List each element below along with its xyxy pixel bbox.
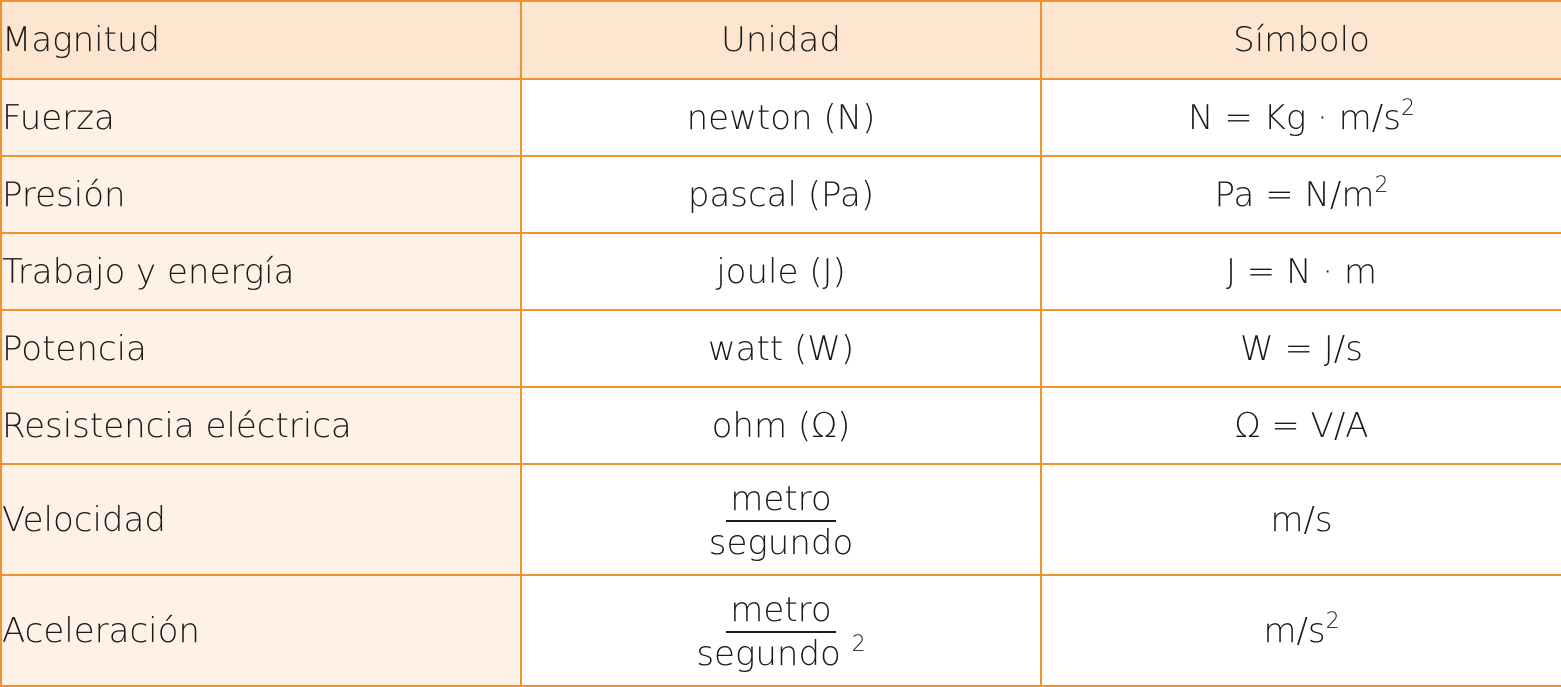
simbolo-cell: m/s bbox=[1040, 463, 1561, 576]
unidad-cell: metro segundo bbox=[520, 463, 1042, 576]
simbolo-exponent: 2 bbox=[1325, 608, 1340, 634]
simbolo-cell: Pa = N/m2 bbox=[1040, 155, 1561, 234]
magnitud-cell: Trabajo y energía bbox=[0, 232, 522, 311]
table-row: Resistencia eléctrica ohm (Ω) Ω = V/A bbox=[0, 386, 1561, 465]
simbolo-cell: W = J/s bbox=[1040, 309, 1561, 388]
table-row: Aceleración metro segundo 2 m/s2 bbox=[0, 574, 1561, 687]
simbolo-text: Ω = V/A bbox=[1234, 405, 1369, 446]
simbolo-exponent: 2 bbox=[1400, 95, 1415, 121]
header-unidad: Unidad bbox=[520, 0, 1042, 80]
simbolo-text: Pa = N/m bbox=[1214, 174, 1375, 215]
denominator-exponent: 2 bbox=[851, 632, 866, 657]
unidad-cell: pascal (Pa) bbox=[520, 155, 1042, 234]
simbolo-text: m/s bbox=[1270, 499, 1333, 540]
unidad-cell: joule (J) bbox=[520, 232, 1042, 311]
unidad-cell: metro segundo 2 bbox=[520, 574, 1042, 687]
magnitud-cell: Velocidad bbox=[0, 463, 522, 576]
simbolo-text: m/s bbox=[1263, 610, 1326, 651]
unidad-cell: watt (W) bbox=[520, 309, 1042, 388]
simbolo-text: J = N · m bbox=[1225, 251, 1378, 292]
simbolo-text: W = J/s bbox=[1240, 328, 1363, 369]
table-row: Velocidad metro segundo m/s bbox=[0, 463, 1561, 576]
unidad-cell: ohm (Ω) bbox=[520, 386, 1042, 465]
table-row: Potencia watt (W) W = J/s bbox=[0, 309, 1561, 388]
fraction-numerator: metro bbox=[726, 482, 836, 522]
denominator-text: segundo bbox=[696, 634, 841, 674]
fraction-denominator: segundo bbox=[708, 523, 854, 563]
unit-fraction: metro segundo 2 bbox=[692, 593, 869, 671]
unit-fraction: metro segundo bbox=[705, 482, 858, 560]
simbolo-exponent: 2 bbox=[1374, 172, 1389, 198]
header-simbolo: Símbolo bbox=[1040, 0, 1561, 80]
fraction-denominator: segundo 2 bbox=[692, 632, 869, 674]
simbolo-text: N = Kg · m/s bbox=[1188, 97, 1401, 138]
unidad-cell: newton (N) bbox=[520, 78, 1042, 157]
simbolo-cell: m/s2 bbox=[1040, 574, 1561, 687]
table-row: Trabajo y energía joule (J) J = N · m bbox=[0, 232, 1561, 311]
simbolo-cell: J = N · m bbox=[1040, 232, 1561, 311]
magnitud-cell: Presión bbox=[0, 155, 522, 234]
magnitud-cell: Aceleración bbox=[0, 574, 522, 687]
magnitud-cell: Resistencia eléctrica bbox=[0, 386, 522, 465]
header-magnitud: Magnitud bbox=[0, 0, 522, 80]
magnitud-cell: Fuerza bbox=[0, 78, 522, 157]
units-table: Magnitud Unidad Símbolo Fuerza newton (N… bbox=[0, 0, 1561, 687]
table-row: Fuerza newton (N) N = Kg · m/s2 bbox=[0, 78, 1561, 157]
magnitud-cell: Potencia bbox=[0, 309, 522, 388]
table-row: Presión pascal (Pa) Pa = N/m2 bbox=[0, 155, 1561, 234]
fraction-numerator: metro bbox=[726, 593, 836, 633]
simbolo-cell: Ω = V/A bbox=[1040, 386, 1561, 465]
simbolo-cell: N = Kg · m/s2 bbox=[1040, 78, 1561, 157]
header-row: Magnitud Unidad Símbolo bbox=[0, 0, 1561, 80]
